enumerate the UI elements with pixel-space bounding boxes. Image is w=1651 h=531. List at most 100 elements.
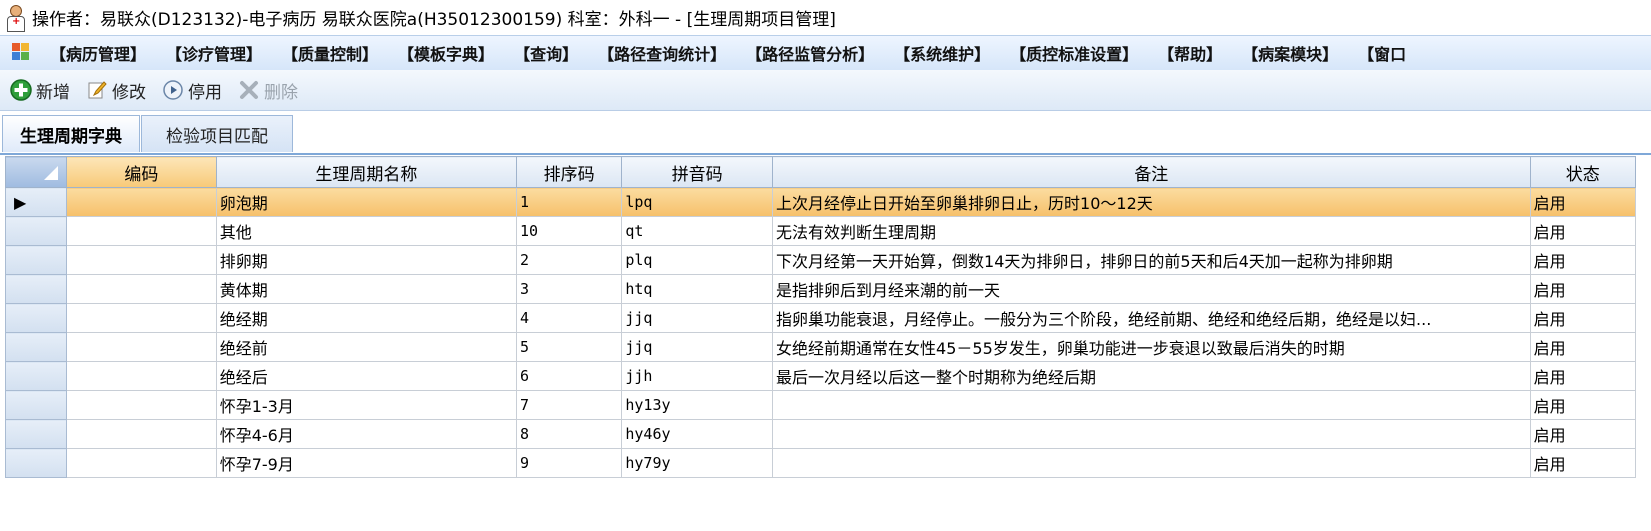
menu-path-query-stats[interactable]: 【路径查询统计】 [588, 41, 736, 65]
cell-name[interactable]: 怀孕1-3月 [215, 390, 518, 420]
cell-pinyin[interactable]: hy13y [621, 390, 774, 420]
row-indicator[interactable] [4, 419, 68, 449]
cell-remark[interactable]: 下次月经第一天开始算，倒数14天为排卵日，排卵日的前5天和后4天加一起称为排卵期 [772, 245, 1531, 275]
cell-code[interactable] [66, 390, 217, 420]
cell-remark[interactable] [772, 448, 1531, 478]
cell-sort[interactable]: 7 [515, 390, 623, 420]
column-header-pinyin[interactable]: 拼音码 [621, 156, 774, 188]
cell-code[interactable] [66, 332, 217, 362]
cell-status[interactable]: 启用 [1529, 390, 1637, 420]
tab-cycle-dictionary[interactable]: 生理周期字典 [2, 115, 140, 152]
row-indicator[interactable]: ▶ [4, 187, 68, 217]
row-indicator[interactable] [4, 245, 68, 275]
cell-pinyin[interactable]: htq [621, 274, 774, 304]
cell-name[interactable]: 黄体期 [215, 274, 518, 304]
table-row[interactable]: 排卵期 2 plq 下次月经第一天开始算，倒数14天为排卵日，排卵日的前5天和后… [4, 245, 1637, 275]
grid-corner[interactable] [4, 156, 68, 188]
tab-lab-item-match[interactable]: 检验项目匹配 [141, 115, 293, 152]
cell-code[interactable] [66, 187, 217, 217]
cell-name[interactable]: 绝经期 [215, 303, 518, 333]
add-button[interactable]: 新增 [10, 78, 70, 103]
cell-status[interactable]: 启用 [1529, 448, 1637, 478]
cell-name[interactable]: 怀孕4-6月 [215, 419, 518, 449]
cell-remark[interactable] [772, 390, 1531, 420]
menu-query[interactable]: 【查询】 [504, 41, 588, 65]
cell-code[interactable] [66, 216, 217, 246]
cell-name[interactable]: 绝经后 [215, 361, 518, 391]
table-row[interactable]: ▶ 卵泡期 1 lpq 上次月经停止日开始至卵巢排卵日止，历时10～12天 启用 [4, 187, 1637, 217]
table-row[interactable]: 黄体期 3 htq 是指排卵后到月经来潮的前一天 启用 [4, 274, 1637, 304]
cell-name[interactable]: 其他 [215, 216, 518, 246]
cell-code[interactable] [66, 303, 217, 333]
table-row[interactable]: 怀孕7-9月 9 hy79y 启用 [4, 448, 1637, 478]
menu-qc-standard-settings[interactable]: 【质控标准设置】 [1000, 41, 1148, 65]
column-header-name[interactable]: 生理周期名称 [215, 156, 518, 188]
disable-button[interactable]: 停用 [162, 78, 222, 103]
menu-help[interactable]: 【帮助】 [1148, 41, 1232, 65]
column-header-code[interactable]: 编码 [66, 156, 217, 188]
menu-path-monitor-analysis[interactable]: 【路径监管分析】 [736, 41, 884, 65]
row-indicator[interactable] [4, 390, 68, 420]
table-row[interactable]: 怀孕1-3月 7 hy13y 启用 [4, 390, 1637, 420]
cell-code[interactable] [66, 448, 217, 478]
cell-pinyin[interactable]: jjh [621, 361, 774, 391]
cell-remark[interactable]: 女绝经前期通常在女性45－55岁发生，卵巢功能进一步衰退以致最后消失的时期 [772, 332, 1531, 362]
cell-name[interactable]: 绝经前 [215, 332, 518, 362]
cell-status[interactable]: 启用 [1529, 361, 1637, 391]
cell-pinyin[interactable]: jjq [621, 332, 774, 362]
cell-name[interactable]: 怀孕7-9月 [215, 448, 518, 478]
cell-pinyin[interactable]: plq [621, 245, 774, 275]
cell-code[interactable] [66, 361, 217, 391]
cell-status[interactable]: 启用 [1529, 245, 1637, 275]
cell-code[interactable] [66, 419, 217, 449]
column-header-sort[interactable]: 排序码 [515, 156, 623, 188]
cell-status[interactable]: 启用 [1529, 216, 1637, 246]
table-row[interactable]: 绝经期 4 jjq 指卵巢功能衰退，月经停止。一般分为三个阶段，绝经前期、绝经和… [4, 303, 1637, 333]
cell-code[interactable] [66, 274, 217, 304]
menu-case-module[interactable]: 【病案模块】 [1232, 41, 1348, 65]
cell-status[interactable]: 启用 [1529, 332, 1637, 362]
menu-system-maintenance[interactable]: 【系统维护】 [884, 41, 1000, 65]
cell-sort[interactable]: 5 [515, 332, 623, 362]
cell-status[interactable]: 启用 [1529, 187, 1637, 217]
cell-sort[interactable]: 2 [515, 245, 623, 275]
edit-button[interactable]: 修改 [86, 78, 146, 103]
cell-remark[interactable]: 最后一次月经以后这一整个时期称为绝经后期 [772, 361, 1531, 391]
cell-sort[interactable]: 4 [515, 303, 623, 333]
cell-name[interactable]: 排卵期 [215, 245, 518, 275]
menu-quality-control[interactable]: 【质量控制】 [272, 41, 388, 65]
cell-sort[interactable]: 3 [515, 274, 623, 304]
menu-window[interactable]: 【窗口 [1348, 41, 1416, 65]
column-header-status[interactable]: 状态 [1529, 156, 1637, 188]
cell-status[interactable]: 启用 [1529, 419, 1637, 449]
cell-pinyin[interactable]: qt [621, 216, 774, 246]
cell-name[interactable]: 卵泡期 [215, 187, 518, 217]
menu-medical-records[interactable]: 【病历管理】 [40, 41, 156, 65]
row-indicator[interactable] [4, 361, 68, 391]
row-indicator[interactable] [4, 216, 68, 246]
cell-remark[interactable] [772, 419, 1531, 449]
row-indicator[interactable] [4, 448, 68, 478]
delete-button[interactable]: 删除 [238, 78, 298, 103]
row-indicator[interactable] [4, 274, 68, 304]
cell-pinyin[interactable]: hy46y [621, 419, 774, 449]
column-header-remark[interactable]: 备注 [772, 156, 1531, 188]
app-menu-icon[interactable] [12, 43, 34, 63]
cell-sort[interactable]: 9 [515, 448, 623, 478]
cell-sort[interactable]: 6 [515, 361, 623, 391]
table-row[interactable]: 绝经后 6 jjh 最后一次月经以后这一整个时期称为绝经后期 启用 [4, 361, 1637, 391]
menu-template-dictionary[interactable]: 【模板字典】 [388, 41, 504, 65]
cell-remark[interactable]: 无法有效判断生理周期 [772, 216, 1531, 246]
menu-diagnosis[interactable]: 【诊疗管理】 [156, 41, 272, 65]
table-row[interactable]: 怀孕4-6月 8 hy46y 启用 [4, 419, 1637, 449]
cell-remark[interactable]: 是指排卵后到月经来潮的前一天 [772, 274, 1531, 304]
cell-sort[interactable]: 8 [515, 419, 623, 449]
cell-pinyin[interactable]: lpq [621, 187, 774, 217]
table-row[interactable]: 其他 10 qt 无法有效判断生理周期 启用 [4, 216, 1637, 246]
cell-status[interactable]: 启用 [1529, 274, 1637, 304]
row-indicator[interactable] [4, 332, 68, 362]
cell-code[interactable] [66, 245, 217, 275]
cell-status[interactable]: 启用 [1529, 303, 1637, 333]
cell-sort[interactable]: 1 [515, 187, 623, 217]
row-indicator[interactable] [4, 303, 68, 333]
